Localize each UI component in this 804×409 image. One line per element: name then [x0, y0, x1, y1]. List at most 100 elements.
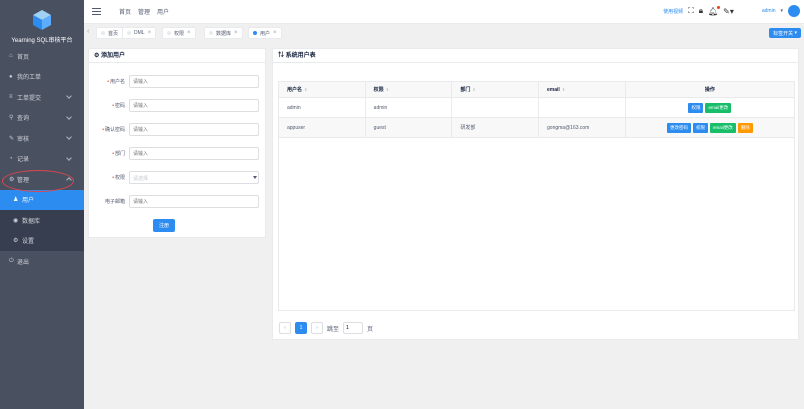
tag-label: DML — [134, 30, 145, 36]
chevron-down-icon — [66, 154, 72, 161]
confirm-password-input[interactable] — [129, 123, 259, 136]
fullscreen-icon[interactable]: ⛶ — [688, 6, 694, 16]
cell-email — [539, 98, 626, 117]
tutorial-video-link[interactable]: 使用视频 — [663, 8, 683, 15]
email-input[interactable] — [129, 195, 259, 208]
avatar[interactable] — [788, 5, 800, 17]
column-header-email[interactable]: email ⇕ — [539, 82, 626, 97]
breadcrumb-item[interactable]: 管理 — [138, 7, 150, 16]
sidebar-item-label: 首页 — [17, 54, 30, 61]
close-icon[interactable]: × — [234, 30, 238, 36]
role-label: •权限 — [112, 175, 125, 181]
sidebar-item-manage[interactable]: ⚙ 管理 — [0, 169, 84, 190]
tag-database[interactable]: 数据库 × — [204, 27, 243, 39]
chevron-down-icon — [66, 113, 72, 120]
close-icon[interactable]: × — [187, 30, 191, 36]
user-table: 用户名 ⇕ 权限 ⇕ 部门 ⇕ email ⇕ 操作 admin admin 权限 em… — [278, 81, 795, 311]
scroll-left-icon[interactable]: ‹ — [87, 28, 89, 35]
cell-dept — [452, 98, 540, 117]
tags-bar: ‹ 首页 DML × 权限 × 数据库 × 用户 × 标签开关 ▾ — [84, 25, 804, 41]
tag-users[interactable]: 用户 × — [248, 27, 282, 39]
prev-page-button[interactable]: ‹ — [279, 322, 291, 334]
column-header-actions: 操作 — [704, 87, 715, 93]
search-icon: ⚲ — [9, 115, 14, 122]
user-icon: ● — [9, 73, 13, 80]
tag-home[interactable]: 首页 — [96, 27, 124, 39]
password-input[interactable] — [129, 99, 259, 112]
paint-icon[interactable]: ✎▾ — [723, 7, 734, 16]
sidebar-item-home[interactable]: ⌂ 首页 — [0, 46, 84, 67]
tag-permissions[interactable]: 权限 × — [162, 27, 196, 39]
table-row: appuser guest 研发部 gongma@163.com 更改密码 权限… — [279, 118, 794, 138]
top-header: 首页 管理 用户 使用视频 ⛶ 🔒︎ 🔔︎ ✎▾ admin ▾ — [84, 0, 804, 24]
breadcrumb-item[interactable]: 首页 — [119, 7, 131, 16]
column-header-dept[interactable]: 部门 ⇕ — [452, 82, 540, 97]
sidebar-item-my-orders[interactable]: ● 我的工单 — [0, 67, 84, 88]
chevron-down-icon — [253, 176, 257, 179]
department-input[interactable] — [129, 147, 259, 160]
tag-options-label: 标签开关 — [773, 30, 794, 37]
role-select[interactable]: 请选择 — [129, 171, 259, 184]
username-input[interactable] — [129, 75, 259, 88]
jump-page-input[interactable] — [343, 322, 364, 334]
hamburger-menu-icon[interactable] — [92, 8, 101, 15]
logo: Yearning SQL审核平台 — [0, 0, 84, 46]
sidebar-item-label: 管理 — [17, 177, 30, 184]
change-email-button[interactable]: email更改 — [709, 122, 736, 133]
change-password-button[interactable]: 更改密码 — [666, 122, 691, 133]
brand-name: Yearning SQL审核平台 — [11, 38, 73, 44]
user-table-card: ⇅ 系统用户表 用户名 ⇕ 权限 ⇕ 部门 ⇕ email ⇕ 操作 admin adm… — [272, 48, 799, 340]
bell-icon[interactable]: 🔔︎ — [708, 5, 721, 16]
logo-cube-icon — [33, 10, 51, 30]
username-row: •用户名 — [89, 75, 267, 89]
delete-button[interactable]: 删除 — [737, 122, 753, 133]
chevron-down-icon[interactable]: ▾ — [780, 8, 783, 14]
department-label: •部门 — [112, 151, 125, 157]
user-icon: ♟ — [13, 197, 19, 204]
column-header-username[interactable]: 用户名 ⇕ — [279, 82, 366, 97]
tag-options-button[interactable]: 标签开关 ▾ — [769, 28, 801, 38]
sidebar-item-label: 退出 — [17, 259, 30, 266]
tag-dot — [127, 31, 131, 35]
tag-dot — [167, 31, 171, 35]
permission-button[interactable]: 权限 — [688, 102, 704, 113]
page-button[interactable]: 1 — [295, 322, 307, 334]
sidebar-subitem-database[interactable]: ◉ 数据库 — [0, 210, 84, 231]
breadcrumb: 首页 管理 用户 — [119, 7, 169, 16]
tag-label: 首页 — [108, 30, 119, 37]
department-row: •部门 — [89, 147, 267, 161]
change-email-button[interactable]: email更改 — [705, 102, 732, 113]
settings-icon: ⚙ — [9, 176, 15, 183]
sidebar-item-audit[interactable]: ✎ 审核 — [0, 128, 84, 149]
sidebar-item-logout[interactable]: ⏻ 退出 — [0, 251, 84, 272]
email-row: 电子邮箱 — [89, 195, 267, 209]
sidebar-subitem-label: 数据库 — [22, 218, 41, 225]
tag-label: 数据库 — [216, 30, 232, 37]
column-header-role[interactable]: 权限 ⇕ — [366, 82, 453, 97]
pie-icon: ◔ — [9, 155, 13, 162]
add-user-title: ⚙ 添加用户 — [89, 49, 265, 63]
close-icon[interactable]: × — [148, 30, 152, 36]
chevron-down-icon — [66, 93, 72, 99]
lock-icon[interactable]: 🔒︎ — [699, 6, 703, 16]
sidebar-subitem-users[interactable]: ♟ 用户 — [0, 189, 84, 210]
chevron-up-icon — [66, 177, 72, 183]
sidebar-item-query[interactable]: ⚲ 查询 — [0, 108, 84, 129]
tag-label: 权限 — [174, 30, 185, 37]
cell-actions: 更改密码 权限 email更改 删除 — [626, 118, 794, 137]
close-icon[interactable]: × — [273, 30, 277, 36]
header-actions: 使用视频 ⛶ 🔒︎ 🔔︎ ✎▾ admin ▾ — [663, 5, 800, 17]
cell-actions: 权限 email更改 — [626, 98, 794, 117]
breadcrumb-item: 用户 — [157, 10, 170, 16]
next-page-button[interactable]: › — [311, 322, 323, 334]
user-name[interactable]: admin — [762, 8, 776, 14]
logout-icon: ⏻ — [9, 257, 14, 264]
sidebar-subitem-settings[interactable]: ⚙ 设置 — [0, 230, 84, 251]
notification-dot — [717, 5, 721, 9]
tag-dml[interactable]: DML × — [122, 27, 157, 39]
sidebar-item-records[interactable]: ◔ 记录 — [0, 149, 84, 170]
sidebar-item-submit-order[interactable]: ≡ 工单提交 — [0, 87, 84, 108]
register-button[interactable]: 注册 — [153, 219, 175, 232]
permission-button[interactable]: 权限 — [692, 122, 708, 133]
chevron-down-icon — [66, 134, 72, 140]
